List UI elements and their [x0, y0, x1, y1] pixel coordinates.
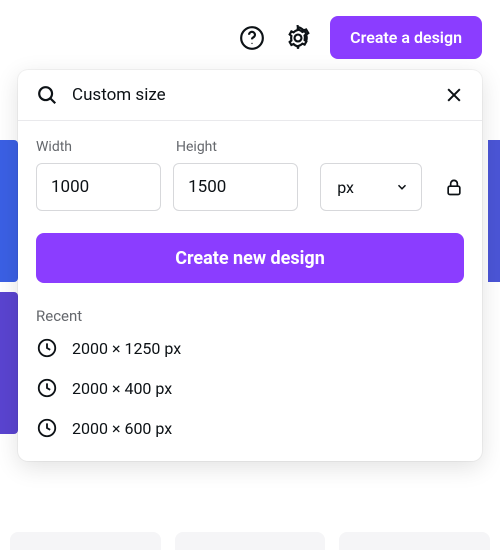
height-input[interactable]: 1500: [173, 163, 298, 211]
custom-size-panel: Custom size Width Height 1000 1500 px: [18, 70, 482, 461]
clock-icon: [36, 417, 58, 439]
background-card: [0, 140, 18, 282]
search-input[interactable]: Custom size: [72, 85, 444, 105]
recent-item[interactable]: 2000 × 400 px: [36, 377, 464, 399]
app-root: Create a design Custom size Width Hei: [0, 0, 500, 550]
gear-icon[interactable]: [284, 24, 312, 52]
background-card-row: [10, 532, 490, 550]
create-design-button[interactable]: Create a design: [330, 16, 482, 59]
height-label: Height: [176, 139, 316, 155]
lock-toggle[interactable]: [444, 176, 464, 198]
search-icon: [36, 84, 58, 106]
background-card: [0, 292, 18, 434]
create-new-design-button[interactable]: Create new design: [36, 233, 464, 283]
recent-item-label: 2000 × 600 px: [72, 419, 172, 438]
recent-item[interactable]: 2000 × 1250 px: [36, 337, 464, 359]
unit-select[interactable]: px: [320, 163, 422, 211]
close-icon[interactable]: [444, 85, 464, 105]
panel-body: Width Height 1000 1500 px: [18, 121, 482, 461]
width-label: Width: [36, 139, 176, 155]
recent-item[interactable]: 2000 × 600 px: [36, 417, 464, 439]
chevron-down-icon: [395, 180, 409, 194]
clock-icon: [36, 377, 58, 399]
background-card: [488, 140, 500, 282]
recent-list: 2000 × 1250 px 2000 × 400 px: [36, 337, 464, 439]
clock-icon: [36, 337, 58, 359]
recent-item-label: 2000 × 1250 px: [72, 339, 181, 358]
recent-item-label: 2000 × 400 px: [72, 379, 172, 398]
recent-heading: Recent: [36, 307, 464, 325]
search-row: Custom size: [18, 70, 482, 121]
top-bar: Create a design: [238, 16, 482, 59]
width-input[interactable]: 1000: [36, 163, 161, 211]
unit-selected-label: px: [337, 178, 354, 197]
help-icon[interactable]: [238, 24, 266, 52]
